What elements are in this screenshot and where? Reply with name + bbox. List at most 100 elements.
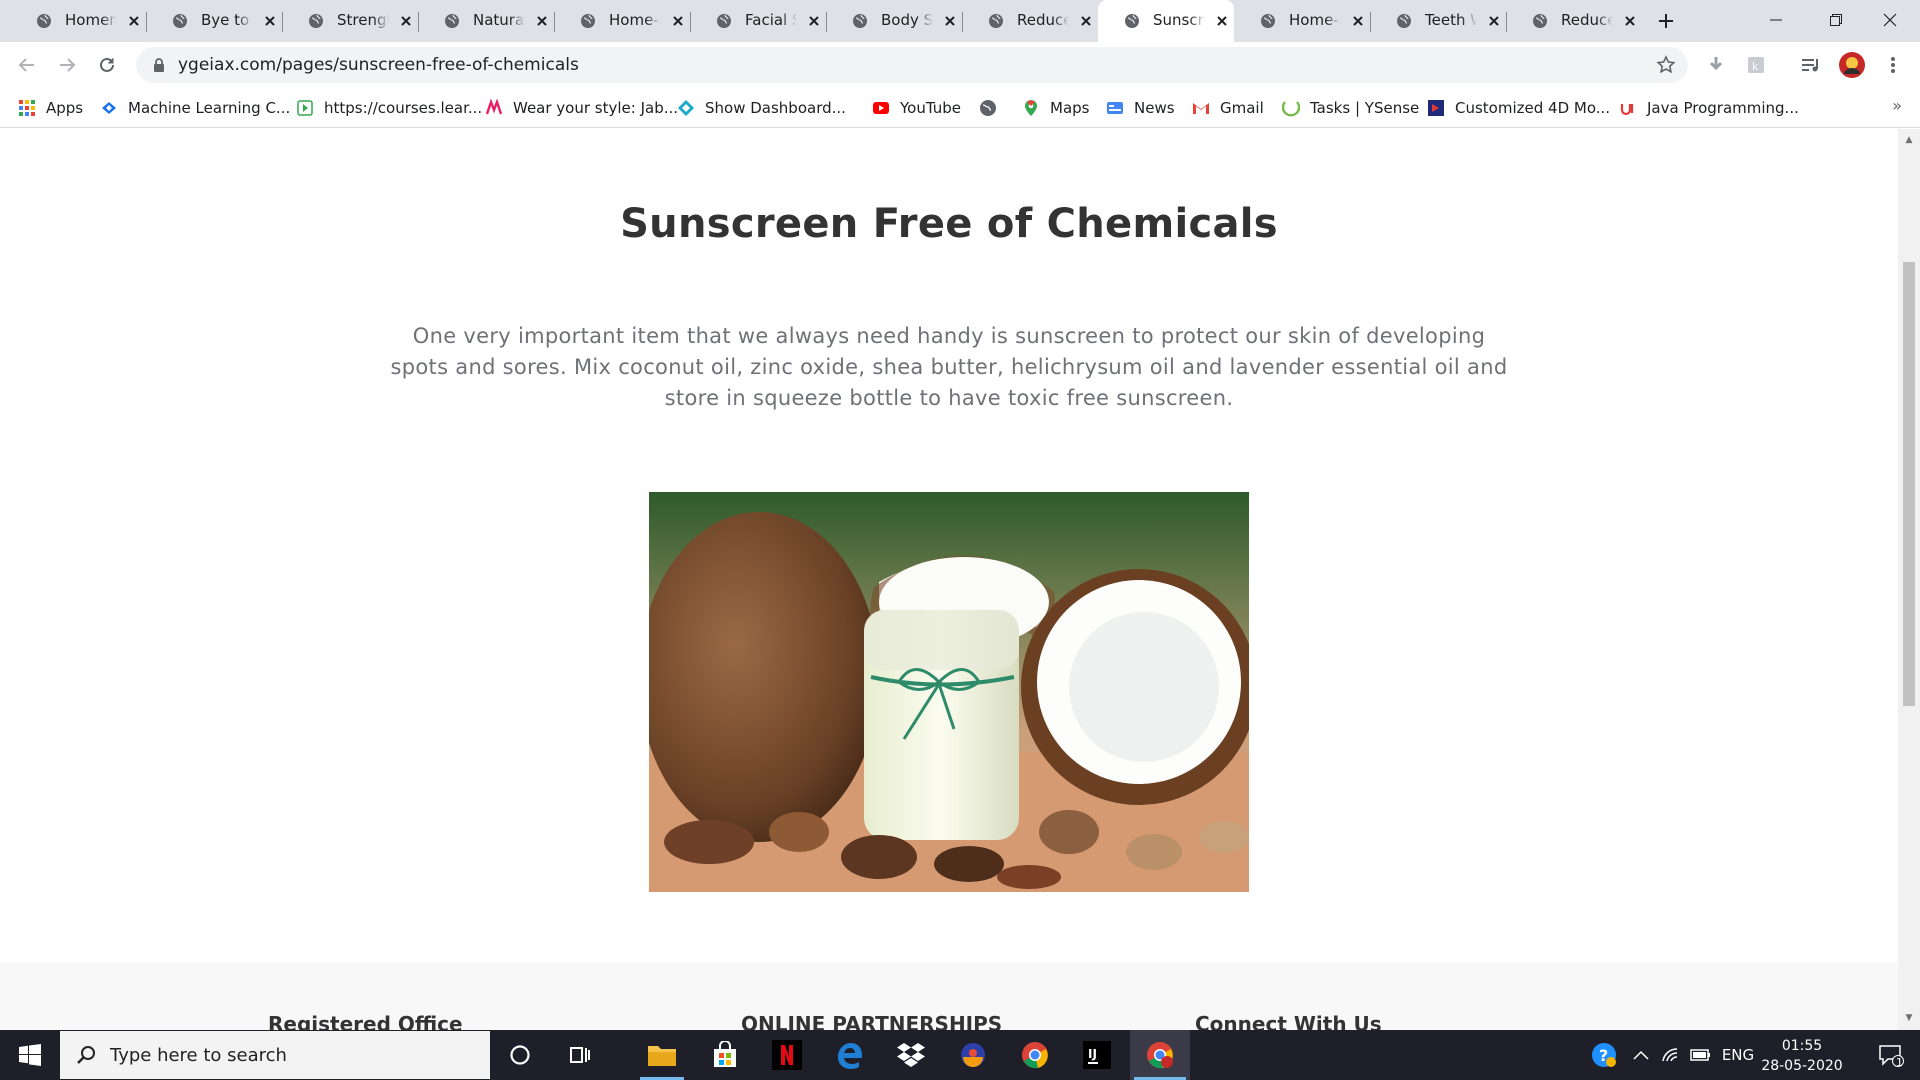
media-control-icon[interactable]: [1797, 51, 1825, 79]
tab-close-icon[interactable]: [1350, 13, 1366, 29]
url-text[interactable]: ygeiax.com/pages/sunscreen-free-of-chemi…: [178, 55, 579, 75]
forward-button[interactable]: [53, 51, 81, 79]
reload-button[interactable]: [93, 51, 121, 79]
bookmark-2[interactable]: https://courses.lear...: [296, 98, 482, 118]
battery-icon[interactable]: [1686, 1030, 1716, 1080]
edge-icon[interactable]: [819, 1030, 879, 1080]
back-button[interactable]: [13, 51, 41, 79]
tab-close-icon[interactable]: [398, 13, 414, 29]
tab-5[interactable]: Facial Sc: [690, 0, 826, 42]
bookmark-label: Apps: [46, 99, 84, 117]
svg-text:IJ: IJ: [1088, 1047, 1097, 1061]
taskbar-search-box[interactable]: Type here to search: [60, 1031, 490, 1079]
tab-10[interactable]: Teeth W: [1370, 0, 1506, 42]
page-content: Sunscreen Free of Chemicals One very imp…: [0, 129, 1898, 1030]
back-arrow-icon: [18, 58, 34, 72]
tab-close-icon[interactable]: [1214, 13, 1230, 29]
extension-icon[interactable]: k: [1742, 51, 1770, 79]
tab-title: Reduce: [1561, 11, 1613, 29]
udemy-icon: [1619, 99, 1637, 117]
chrome-active-icon[interactable]: [1130, 1030, 1190, 1080]
bookmarks-bar: Apps Machine Learning C... https://courses…: [0, 88, 1920, 128]
tab-close-icon[interactable]: [1486, 13, 1502, 29]
tab-1[interactable]: Bye to It: [146, 0, 282, 42]
tab-close-icon[interactable]: [262, 13, 278, 29]
tab-2[interactable]: Strength: [282, 0, 418, 42]
bookmark-10[interactable]: Tasks | YSense: [1281, 98, 1419, 118]
search-icon: [77, 1046, 95, 1064]
maps-icon: [1022, 99, 1040, 117]
tab-close-icon[interactable]: [1622, 13, 1638, 29]
page-scrollbar[interactable]: ▲ ▼: [1898, 129, 1920, 1030]
svg-text:k: k: [1752, 60, 1759, 73]
microsoft-store-icon[interactable]: [695, 1030, 755, 1080]
language-indicator[interactable]: ENG: [1716, 1030, 1760, 1080]
task-view-button[interactable]: [550, 1030, 610, 1080]
intellij-icon[interactable]: IJ: [1067, 1030, 1127, 1080]
file-explorer-icon[interactable]: [632, 1030, 692, 1080]
bookmark-11[interactable]: Customized 4D Mo...: [1427, 98, 1610, 118]
minimize-button[interactable]: [1746, 0, 1806, 40]
globe-icon: [1397, 14, 1411, 28]
system-clock[interactable]: 01:55 28-05-2020: [1760, 1036, 1844, 1076]
browser-toolbar: ygeiax.com/pages/sunscreen-free-of-chemi…: [0, 42, 1920, 88]
bookmark-12[interactable]: Java Programming...: [1619, 98, 1799, 118]
more-bookmarks-chevron-icon[interactable]: »: [1892, 96, 1902, 115]
bookmark-8[interactable]: News: [1106, 98, 1175, 118]
show-hidden-icons-chevron-icon[interactable]: [1626, 1030, 1656, 1080]
tab-title: Strength: [337, 11, 389, 29]
chrome-menu-button[interactable]: [1879, 51, 1907, 79]
dropbox-icon[interactable]: [881, 1030, 941, 1080]
tab-close-icon[interactable]: [806, 13, 822, 29]
tab-8[interactable]: Sunscre: [1098, 0, 1234, 42]
tab-title: Teeth W: [1425, 11, 1477, 29]
tab-4[interactable]: Home-m: [554, 0, 690, 42]
tab-close-icon[interactable]: [126, 13, 142, 29]
globe-icon: [979, 99, 997, 117]
wifi-icon[interactable]: [1656, 1030, 1686, 1080]
tab-9[interactable]: Home-r: [1234, 0, 1370, 42]
article-paragraph: One very important item that we always n…: [390, 324, 1508, 410]
tab-3[interactable]: Natural: [418, 0, 554, 42]
restore-button[interactable]: [1806, 0, 1866, 40]
close-window-button[interactable]: [1860, 0, 1920, 40]
chrome-icon[interactable]: [1005, 1030, 1065, 1080]
footer-registered-office-heading: Registered Office: [268, 1012, 463, 1030]
tab-close-icon[interactable]: [534, 13, 550, 29]
bookmark-7[interactable]: Maps: [1022, 98, 1089, 118]
globe-icon: [173, 14, 187, 28]
action-center-icon[interactable]: 1: [1866, 1030, 1916, 1080]
scroll-thumb[interactable]: [1903, 262, 1915, 706]
download-extension-icon[interactable]: [1702, 51, 1730, 79]
new-tab-button[interactable]: [1652, 9, 1680, 33]
bookmark-star-icon[interactable]: [1656, 55, 1676, 75]
dashboard-icon: [677, 99, 695, 117]
bookmark-4[interactable]: Show Dashboard...: [677, 98, 846, 118]
tab-close-icon[interactable]: [942, 13, 958, 29]
app-colorful-icon[interactable]: [943, 1030, 1003, 1080]
tab-0[interactable]: Homem: [10, 0, 146, 42]
page-title: Sunscreen Free of Chemicals: [620, 201, 1278, 247]
bookmark-1[interactable]: Machine Learning C...: [100, 98, 290, 118]
tab-title: Natural: [473, 11, 525, 29]
help-icon[interactable]: ?: [1586, 1030, 1622, 1080]
tab-7[interactable]: Reduce: [962, 0, 1098, 42]
profile-avatar[interactable]: [1838, 51, 1866, 79]
bookmark-3[interactable]: Wear your style: Jab...: [485, 98, 678, 118]
cortana-button[interactable]: [490, 1030, 550, 1080]
learn-icon: [296, 99, 314, 117]
bookmark-9[interactable]: Gmail: [1192, 98, 1264, 118]
tab-6[interactable]: Body Su: [826, 0, 962, 42]
bookmark-5[interactable]: YouTube: [872, 98, 961, 118]
tab-close-icon[interactable]: [670, 13, 686, 29]
tab-11[interactable]: Reduce: [1506, 0, 1642, 42]
globe-icon: [717, 14, 731, 28]
address-bar[interactable]: ygeiax.com/pages/sunscreen-free-of-chemi…: [136, 47, 1688, 83]
bookmark-0[interactable]: Apps: [18, 98, 83, 118]
netflix-icon[interactable]: [757, 1030, 817, 1080]
bookmark-6[interactable]: [979, 98, 1007, 118]
tab-close-icon[interactable]: [1078, 13, 1094, 29]
start-button[interactable]: [0, 1030, 60, 1080]
scroll-down-arrow-icon[interactable]: ▼: [1904, 1013, 1914, 1023]
scroll-up-arrow-icon[interactable]: ▲: [1904, 135, 1914, 145]
